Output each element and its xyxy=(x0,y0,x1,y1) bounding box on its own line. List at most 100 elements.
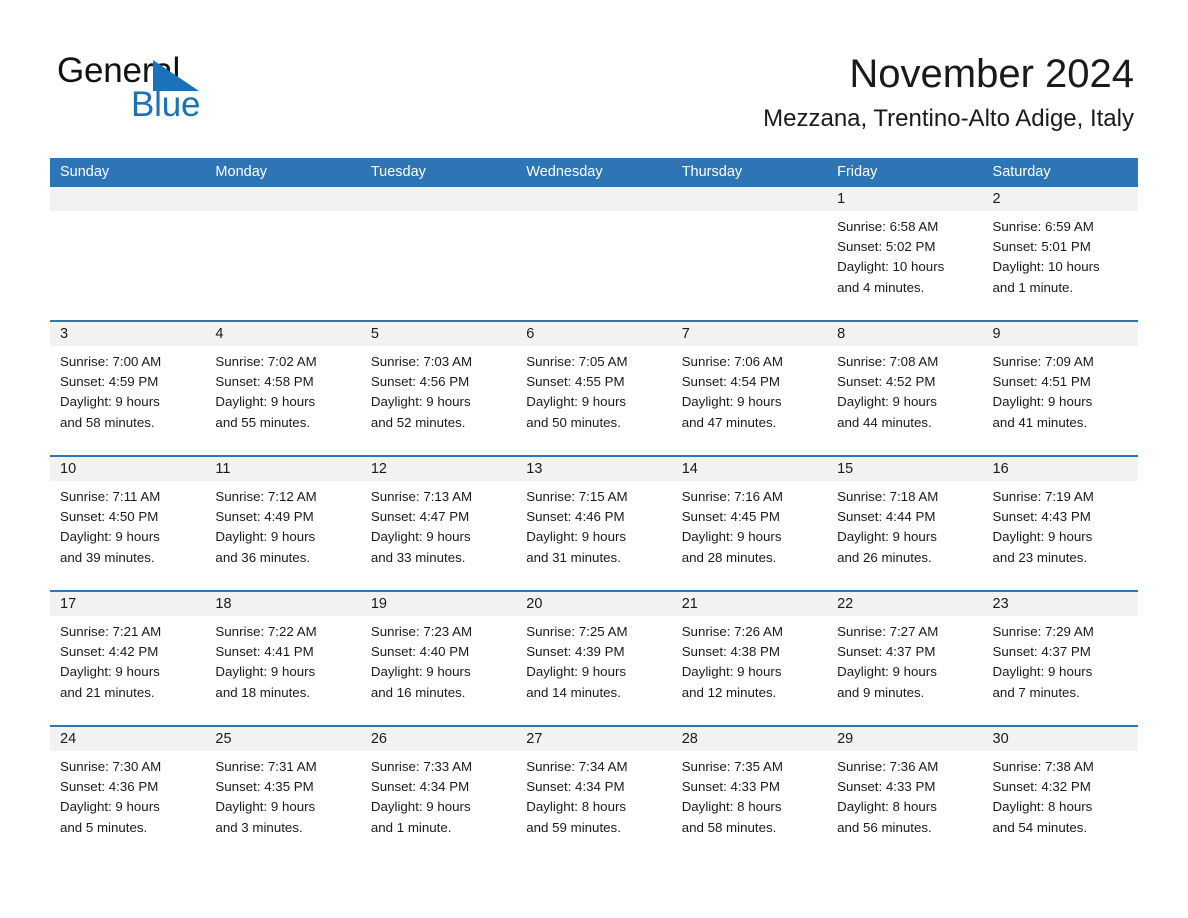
day-number-band: 7 xyxy=(671,322,828,346)
day-cell[interactable]: 14 Sunrise: 7:16 AM Sunset: 4:45 PM Dayligh… xyxy=(671,457,828,590)
sunrise-text: Sunrise: 7:25 AM xyxy=(526,624,628,639)
day-cell[interactable]: 20 Sunrise: 7:25 AM Sunset: 4:39 PM Dayligh… xyxy=(516,592,672,725)
daylight-text-line1: Daylight: 10 hours xyxy=(837,259,945,275)
day-number-band: 11 xyxy=(205,457,361,481)
daylight-text-line2: and 18 minutes. xyxy=(215,684,311,700)
sunset-text: Sunset: 4:50 PM xyxy=(60,509,159,525)
day-details: Sunrise: 7:09 AM Sunset: 4:51 PM Daylight:… xyxy=(983,346,1138,433)
day-number: 5 xyxy=(370,326,379,342)
day-cell[interactable]: 8 Sunrise: 7:08 AM Sunset: 4:52 PM Daylight… xyxy=(827,322,983,455)
day-cell[interactable]: 1 Sunrise: 6:58 AM Sunset: 5:02 PM Daylight… xyxy=(827,187,983,320)
day-cell[interactable]: 7 Sunrise: 7:06 AM Sunset: 4:54 PM Daylight… xyxy=(671,322,828,455)
day-number: 9 xyxy=(992,326,1001,342)
day-cell[interactable]: 21 Sunrise: 7:26 AM Sunset: 4:38 PM Dayligh… xyxy=(671,592,828,725)
day-cell[interactable]: 26 Sunrise: 7:33 AM Sunset: 4:34 PM Dayligh… xyxy=(360,727,517,860)
daylight-text-line2: and 54 minutes. xyxy=(992,819,1088,835)
day-cell[interactable]: 17 Sunrise: 7:21 AM Sunset: 4:42 PM Dayligh… xyxy=(50,592,206,725)
day-details: Sunrise: 7:26 AM Sunset: 4:38 PM Daylight:… xyxy=(672,616,827,703)
logo-text-blue: Blue xyxy=(131,85,201,124)
daylight-text-line1: Daylight: 8 hours xyxy=(837,799,937,815)
day-details: Sunrise: 6:59 AM Sunset: 5:01 PM Daylight:… xyxy=(983,211,1138,298)
day-cell[interactable]: 30 Sunrise: 7:38 AM Sunset: 4:32 PM Dayligh… xyxy=(982,727,1138,860)
sunset-text: Sunset: 4:39 PM xyxy=(526,644,625,660)
day-cell[interactable]: 25 Sunrise: 7:31 AM Sunset: 4:35 PM Dayligh… xyxy=(205,727,361,860)
day-number-band: 16 xyxy=(982,457,1138,481)
sunrise-text: Sunrise: 7:18 AM xyxy=(837,489,939,504)
week-row: 10 Sunrise: 7:11 AM Sunset: 4:50 PM Dayligh… xyxy=(50,455,1138,590)
day-cell[interactable]: 29 Sunrise: 7:36 AM Sunset: 4:33 PM Dayligh… xyxy=(827,727,983,860)
day-number-band: 23 xyxy=(982,592,1138,616)
day-details xyxy=(50,211,205,217)
day-number-band: 27 xyxy=(516,727,672,751)
day-number-band: 22 xyxy=(827,592,983,616)
day-cell[interactable]: 3 Sunrise: 7:00 AM Sunset: 4:59 PM Daylight… xyxy=(50,322,206,455)
day-number: 25 xyxy=(215,731,232,747)
day-details: Sunrise: 7:06 AM Sunset: 4:54 PM Daylight:… xyxy=(672,346,827,433)
location-subtitle: Mezzana, Trentino-Alto Adige, Italy xyxy=(763,105,1134,132)
sunset-text: Sunset: 5:02 PM xyxy=(837,239,936,255)
day-cell[interactable]: 15 Sunrise: 7:18 AM Sunset: 4:44 PM Dayligh… xyxy=(827,457,983,590)
day-number: 20 xyxy=(526,596,543,612)
day-number-band xyxy=(516,187,672,211)
sunrise-text: Sunrise: 7:11 AM xyxy=(60,489,161,504)
day-cell[interactable]: 22 Sunrise: 7:27 AM Sunset: 4:37 PM Dayligh… xyxy=(827,592,983,725)
sunset-text: Sunset: 5:01 PM xyxy=(992,239,1091,255)
day-cell[interactable]: 19 Sunrise: 7:23 AM Sunset: 4:40 PM Dayligh… xyxy=(360,592,517,725)
day-cell[interactable]: 24 Sunrise: 7:30 AM Sunset: 4:36 PM Dayligh… xyxy=(50,727,206,860)
sunrise-text: Sunrise: 7:06 AM xyxy=(681,354,783,369)
day-number-band xyxy=(50,187,206,211)
day-number-band: 10 xyxy=(50,457,206,481)
day-cell[interactable]: 27 Sunrise: 7:34 AM Sunset: 4:34 PM Dayligh… xyxy=(516,727,672,860)
day-number-band: 2 xyxy=(982,187,1138,211)
day-number-band: 29 xyxy=(827,727,983,751)
day-cell[interactable]: 23 Sunrise: 7:29 AM Sunset: 4:37 PM Dayligh… xyxy=(982,592,1138,725)
day-cell[interactable]: 28 Sunrise: 7:35 AM Sunset: 4:33 PM Dayligh… xyxy=(671,727,828,860)
day-cell[interactable]: 9 Sunrise: 7:09 AM Sunset: 4:51 PM Daylight… xyxy=(982,322,1138,455)
sunrise-text: Sunrise: 6:59 AM xyxy=(992,219,1094,234)
daylight-text-line1: Daylight: 9 hours xyxy=(60,664,160,680)
day-cell[interactable]: 5 Sunrise: 7:03 AM Sunset: 4:56 PM Daylight… xyxy=(360,322,517,455)
sunrise-text: Sunrise: 7:38 AM xyxy=(992,759,1094,774)
weekday-friday: Friday xyxy=(837,164,878,180)
general-blue-logo[interactable]: General Blue xyxy=(57,52,417,132)
daylight-text-line1: Daylight: 8 hours xyxy=(681,799,782,815)
day-cell[interactable]: 12 Sunrise: 7:13 AM Sunset: 4:47 PM Dayligh… xyxy=(360,457,517,590)
day-details: Sunrise: 7:27 AM Sunset: 4:37 PM Daylight:… xyxy=(827,616,982,703)
day-cell[interactable]: 11 Sunrise: 7:12 AM Sunset: 4:49 PM Dayligh… xyxy=(205,457,361,590)
sunset-text: Sunset: 4:34 PM xyxy=(526,779,625,795)
day-cell[interactable]: 13 Sunrise: 7:15 AM Sunset: 4:46 PM Dayligh… xyxy=(516,457,672,590)
sunset-text: Sunset: 4:45 PM xyxy=(681,509,780,525)
daylight-text-line2: and 55 minutes. xyxy=(215,414,311,430)
daylight-text-line1: Daylight: 9 hours xyxy=(370,799,471,815)
day-cell[interactable]: 4 Sunrise: 7:02 AM Sunset: 4:58 PM Daylight… xyxy=(205,322,361,455)
daylight-text-line1: Daylight: 9 hours xyxy=(837,529,937,545)
day-cell[interactable]: 18 Sunrise: 7:22 AM Sunset: 4:41 PM Dayligh… xyxy=(205,592,361,725)
sunset-text: Sunset: 4:41 PM xyxy=(215,644,314,660)
day-number-band: 14 xyxy=(671,457,828,481)
day-number: 21 xyxy=(681,596,698,612)
daylight-text-line1: Daylight: 9 hours xyxy=(215,664,316,680)
daylight-text-line2: and 59 minutes. xyxy=(526,819,621,835)
day-cell[interactable]: 10 Sunrise: 7:11 AM Sunset: 4:50 PM Dayligh… xyxy=(50,457,206,590)
day-details: Sunrise: 7:31 AM Sunset: 4:35 PM Daylight:… xyxy=(205,751,360,838)
sunset-text: Sunset: 4:49 PM xyxy=(215,509,314,525)
sunrise-text: Sunrise: 7:31 AM xyxy=(215,759,317,774)
daylight-text-line2: and 58 minutes. xyxy=(681,819,777,835)
daylight-text-line2: and 28 minutes. xyxy=(681,549,777,565)
sunset-text: Sunset: 4:56 PM xyxy=(370,374,470,390)
day-details xyxy=(672,211,827,217)
day-number-band: 6 xyxy=(516,322,672,346)
daylight-text-line2: and 7 minutes. xyxy=(992,684,1080,700)
day-details: Sunrise: 7:36 AM Sunset: 4:33 PM Daylight:… xyxy=(827,751,982,838)
day-cell[interactable]: 16 Sunrise: 7:19 AM Sunset: 4:43 PM Dayligh… xyxy=(982,457,1138,590)
day-number: 11 xyxy=(215,461,231,477)
sunset-text: Sunset: 4:42 PM xyxy=(60,644,159,660)
day-cell[interactable]: 6 Sunrise: 7:05 AM Sunset: 4:55 PM Daylight… xyxy=(516,322,672,455)
sunset-text: Sunset: 4:40 PM xyxy=(370,644,470,660)
day-number-band: 4 xyxy=(205,322,361,346)
day-cell[interactable]: 2 Sunrise: 6:59 AM Sunset: 5:01 PM Daylight… xyxy=(982,187,1138,320)
sunset-text: Sunset: 4:34 PM xyxy=(370,779,470,795)
sunrise-text: Sunrise: 7:23 AM xyxy=(370,624,473,639)
sunset-text: Sunset: 4:38 PM xyxy=(681,644,780,660)
sunset-text: Sunset: 4:55 PM xyxy=(526,374,625,390)
